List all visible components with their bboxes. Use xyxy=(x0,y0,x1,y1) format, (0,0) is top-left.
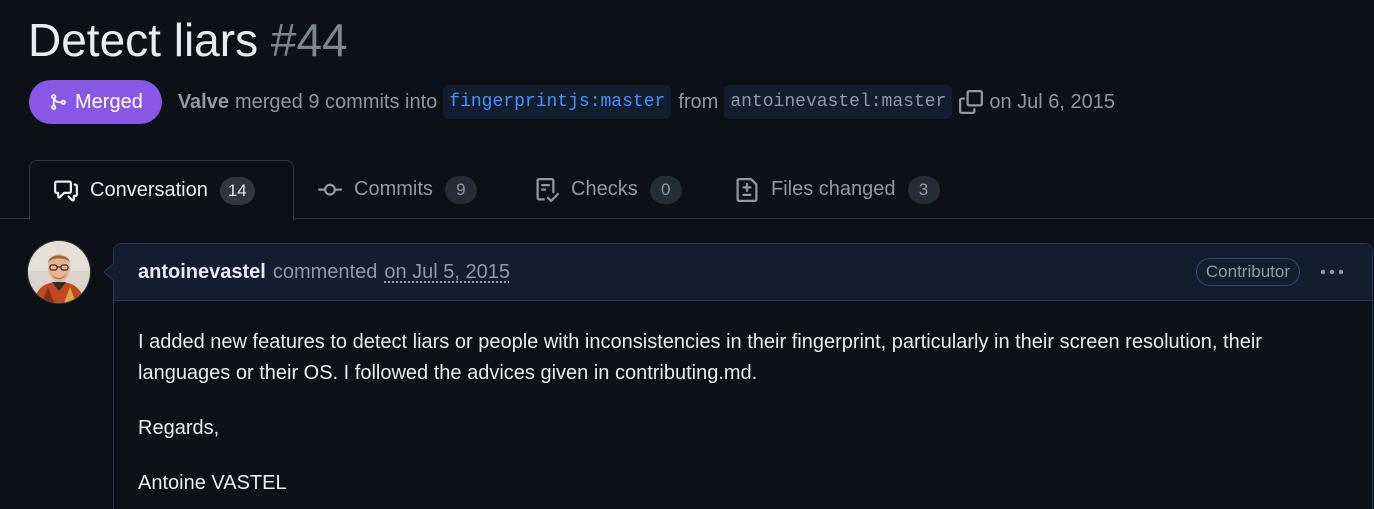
comment-header: antoinevastel commented on Jul 5, 2015 C… xyxy=(114,244,1372,301)
tab-label: Checks xyxy=(571,178,638,200)
git-commit-icon xyxy=(318,178,342,202)
merge-date: on Jul 6, 2015 xyxy=(989,90,1116,113)
comment-paragraph: I added new features to detect liars or … xyxy=(138,331,1262,384)
avatar[interactable] xyxy=(28,241,90,303)
comment-discussion-icon xyxy=(54,179,78,203)
comment-pointer xyxy=(103,262,117,282)
from-label: from xyxy=(678,90,719,113)
tab-files-changed[interactable]: Files changed 3 xyxy=(735,160,940,219)
comment-box: antoinevastel commented on Jul 5, 2015 C… xyxy=(113,243,1373,509)
git-merge-icon xyxy=(49,92,67,112)
pr-meta: Merged Valve merged 9 commits into finge… xyxy=(29,80,1115,124)
comment-action: commented xyxy=(272,260,378,283)
tab-counter: 0 xyxy=(649,175,682,204)
comment-author-link[interactable]: antoinevastel xyxy=(138,261,266,284)
tab-checks[interactable]: Checks 0 xyxy=(535,160,682,219)
comment-body: I added new features to detect liars or … xyxy=(138,327,1348,509)
merged-status-badge: Merged xyxy=(29,80,162,124)
tab-label: Files changed xyxy=(771,178,896,200)
tab-counter: 3 xyxy=(907,175,940,204)
comment-paragraph: Regards, xyxy=(138,417,220,439)
pr-number: #44 xyxy=(270,14,348,66)
copy-icon[interactable] xyxy=(959,90,984,114)
pull-request-page: Detect liars #44 Merged Valve merged 9 c… xyxy=(0,0,1374,509)
checklist-icon xyxy=(535,177,559,202)
status-label: Merged xyxy=(75,90,143,113)
tab-label: Commits xyxy=(354,178,433,200)
merge-description: merged 9 commits into xyxy=(234,90,438,113)
base-branch-link[interactable]: fingerprintjs:master xyxy=(443,85,672,119)
comment-timestamp-link[interactable]: on Jul 5, 2015 xyxy=(384,261,510,284)
merger-username-link[interactable]: Valve xyxy=(178,91,229,114)
tab-label: Conversation xyxy=(90,179,208,201)
contributor-badge: Contributor xyxy=(1195,258,1300,286)
tab-conversation[interactable]: Conversation 14 xyxy=(29,160,294,220)
page-title: Detect liars #44 xyxy=(28,12,348,68)
kebab-menu-icon[interactable] xyxy=(1319,263,1345,287)
tab-commits[interactable]: Commits 9 xyxy=(318,160,477,219)
pr-title: Detect liars xyxy=(28,14,259,66)
pr-tabs: Conversation 14 Commits 9 Checks 0 Files… xyxy=(0,160,1374,220)
tab-counter: 9 xyxy=(444,175,477,204)
file-diff-icon xyxy=(735,177,759,202)
tab-counter: 14 xyxy=(219,176,255,205)
head-branch-link[interactable]: antoinevastel:master xyxy=(724,85,953,119)
comment-paragraph: Antoine VASTEL xyxy=(138,472,287,494)
